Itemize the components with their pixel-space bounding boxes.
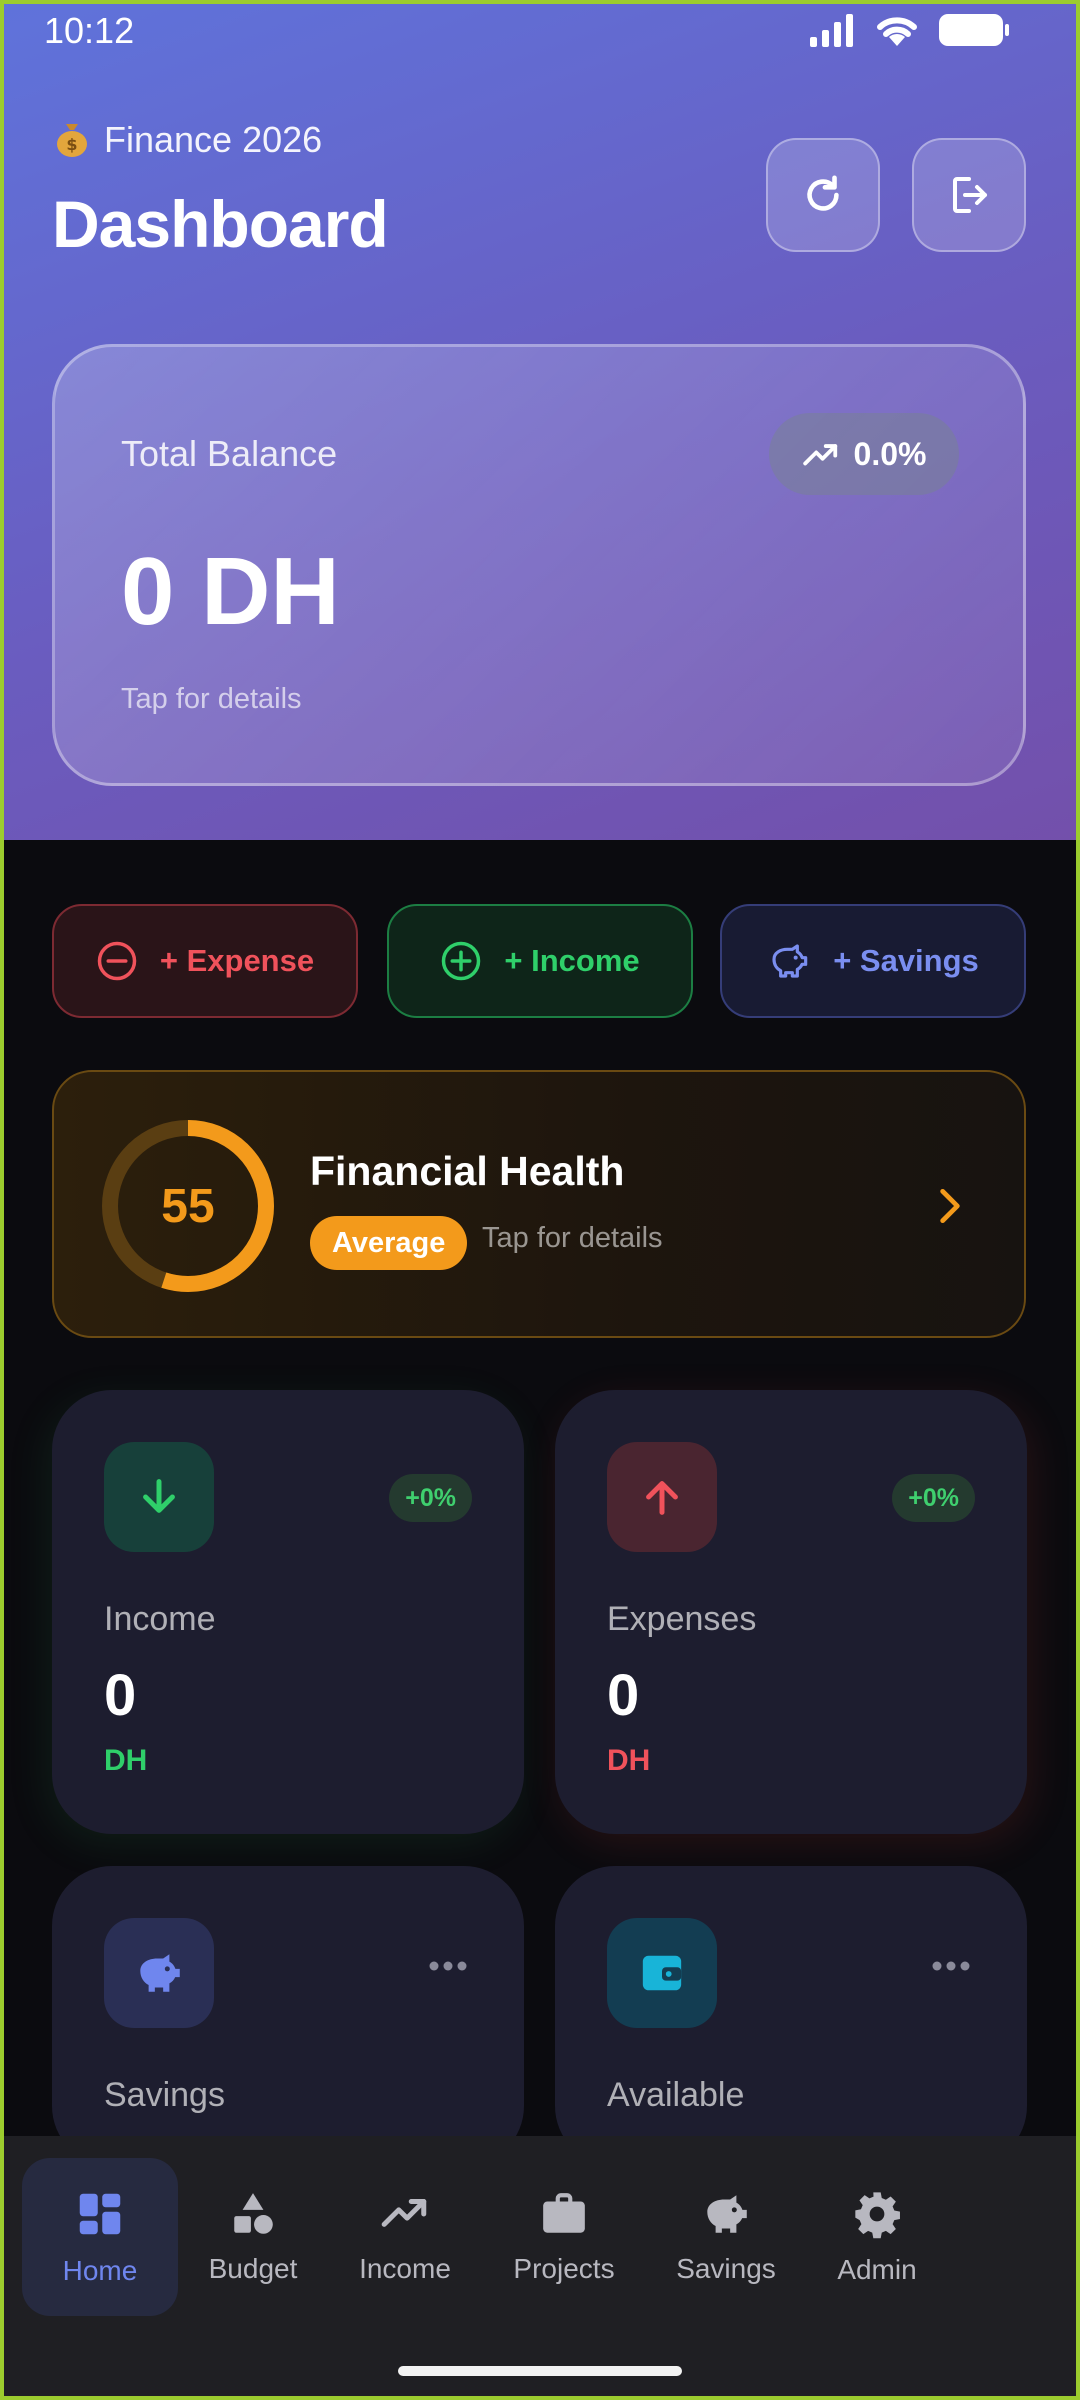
nav-label-home: Home (62, 2255, 138, 2286)
income-label: Income (104, 1600, 216, 1638)
nav-item-home[interactable]: Home (22, 2158, 178, 2316)
expenses-change-badge: +0% (892, 1474, 975, 1522)
status-time: 10:12 (44, 10, 135, 51)
arrow-down-icon (143, 1479, 175, 1513)
arrow-up-icon (646, 1481, 678, 1515)
income-change-badge: +0% (389, 1474, 472, 1522)
minus-circle-icon (97, 941, 137, 981)
signal-icon (810, 14, 853, 47)
header-subtitle: $ Finance 2026 (52, 118, 322, 161)
add-savings-label: + Savings (833, 943, 979, 978)
home-indicator (398, 2366, 682, 2376)
add-expense-button[interactable]: + Expense (52, 904, 358, 1018)
health-status-badge: Average (310, 1216, 468, 1270)
balance-trend-value: 0.0% (853, 435, 927, 472)
balance-label: Total Balance (121, 433, 338, 474)
money-bag-icon: $ (57, 124, 87, 157)
total-balance-card[interactable]: Total Balance 0.0% 0 DH Tap for details (52, 344, 1026, 786)
available-label: Available (607, 2076, 745, 2114)
wifi-icon (877, 17, 917, 46)
savings-icon-box (104, 1918, 214, 2028)
more-horizontal-icon[interactable] (428, 1960, 468, 1972)
chevron-right-icon (940, 1188, 960, 1224)
nav-label-projects: Projects (513, 2253, 615, 2284)
savings-card[interactable]: Savings (52, 1866, 524, 2166)
expenses-unit: DH (607, 1744, 651, 1777)
add-expense-label: + Expense (159, 943, 315, 978)
battery-icon (939, 14, 1009, 46)
add-income-button[interactable]: + Income (387, 904, 693, 1018)
income-value: 0 (104, 1663, 137, 1728)
briefcase-icon (543, 2193, 585, 2233)
shapes-icon (234, 2193, 273, 2234)
nav-item-budget[interactable]: Budget (190, 2158, 316, 2316)
expenses-icon-box (607, 1442, 717, 1552)
hero-header: 10:12 $ Finance 2026 Dashboard Total Bal… (0, 0, 1080, 840)
bottom-navigation: Home Budget Income Projects Savings Admi… (0, 2136, 1080, 2400)
nav-item-projects[interactable]: Projects (494, 2158, 634, 2316)
nav-label-budget: Budget (208, 2253, 298, 2284)
nav-label-savings: Savings (676, 2253, 776, 2284)
nav-item-income[interactable]: Income (342, 2158, 468, 2316)
savings-label: Savings (104, 2076, 225, 2114)
available-card[interactable]: Available (555, 1866, 1027, 2166)
income-card[interactable]: +0% Income 0 DH (52, 1390, 524, 1834)
balance-hint: Tap for details (121, 683, 302, 715)
piggy-bank-icon (140, 1954, 180, 1992)
nav-item-savings[interactable]: Savings (662, 2158, 790, 2316)
more-horizontal-icon[interactable] (931, 1960, 971, 1972)
income-unit: DH (104, 1744, 148, 1777)
settings-icon (855, 2192, 900, 2239)
logout-button[interactable] (912, 138, 1026, 252)
dashboard-icon (79, 2193, 121, 2235)
nav-label-income: Income (359, 2253, 451, 2284)
health-score: 55 (161, 1179, 215, 1233)
income-icon-box (104, 1442, 214, 1552)
nav-label-admin: Admin (837, 2254, 917, 2285)
refresh-icon (807, 175, 839, 211)
add-savings-button[interactable]: + Savings (720, 904, 1026, 1018)
health-hint: Tap for details (482, 1222, 663, 1254)
expenses-label: Expenses (607, 1600, 757, 1638)
plus-circle-icon (442, 941, 481, 981)
header-subtitle-text: Finance 2026 (104, 119, 323, 160)
svg-text:$: $ (66, 135, 77, 154)
piggy-bank-icon (707, 2195, 747, 2233)
refresh-button[interactable] (766, 138, 880, 252)
page-title: Dashboard (52, 187, 389, 261)
trending-up-icon (381, 2199, 427, 2227)
health-title: Financial Health (310, 1148, 625, 1194)
status-icons (808, 12, 1010, 48)
nav-item-admin[interactable]: Admin (816, 2158, 938, 2316)
logout-icon (953, 177, 987, 213)
expenses-card[interactable]: +0% Expenses 0 DH (555, 1390, 1027, 1834)
available-icon-box (607, 1918, 717, 2028)
financial-health-card[interactable]: 55 Financial Health Average Tap for deta… (52, 1070, 1026, 1338)
trending-up-icon (802, 444, 837, 466)
piggy-bank-icon (772, 944, 808, 978)
balance-amount: 0 DH (121, 538, 340, 645)
balance-trend-badge: 0.0% (769, 413, 959, 495)
wallet-icon (642, 1955, 682, 1991)
add-income-label: + Income (504, 943, 640, 978)
expenses-value: 0 (607, 1663, 640, 1728)
